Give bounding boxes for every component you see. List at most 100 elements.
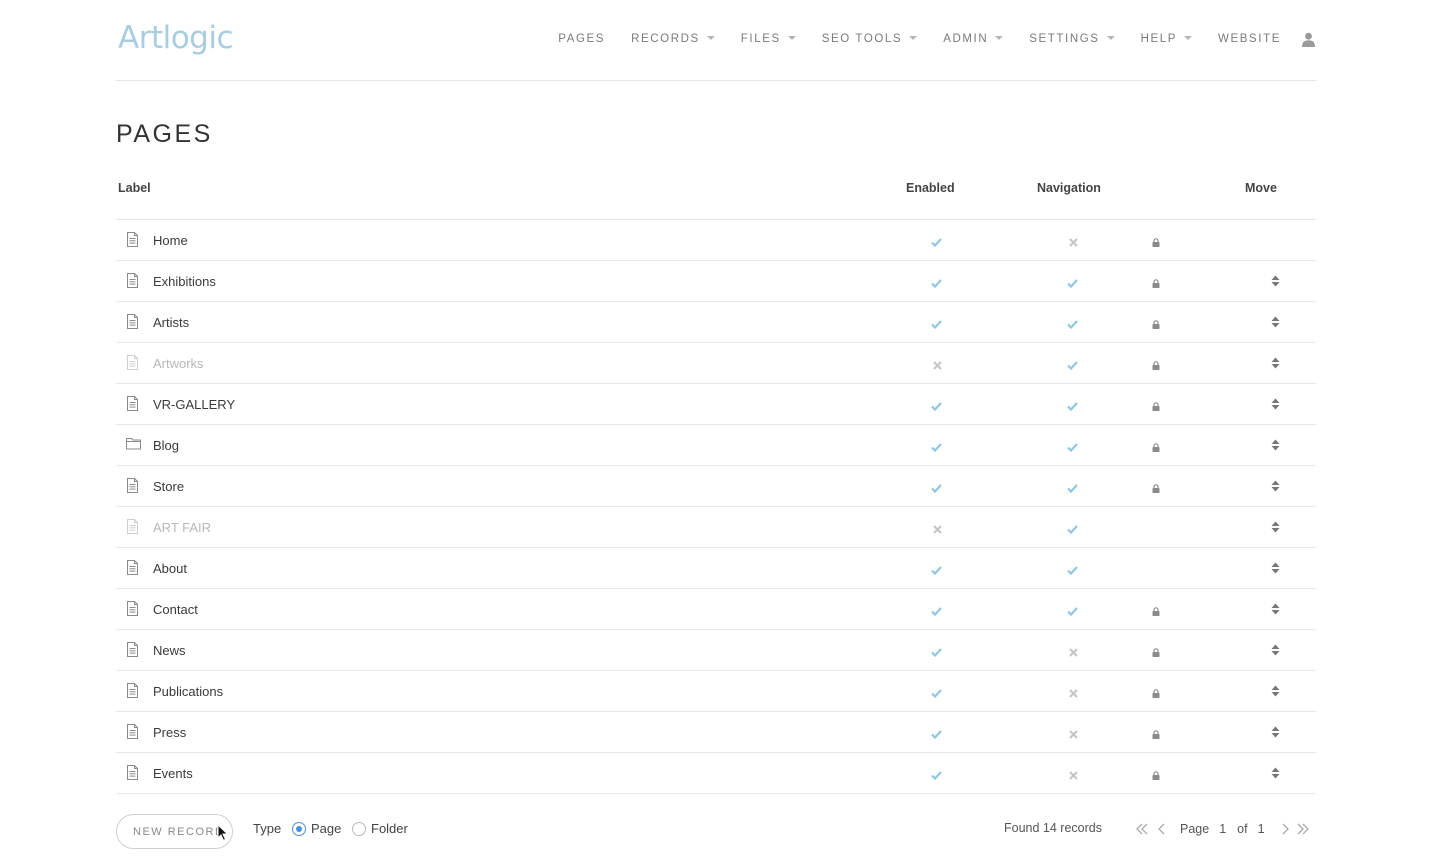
enabled-check-icon[interactable] xyxy=(931,398,942,416)
nav-pages[interactable]: PAGES xyxy=(558,33,605,45)
navigation-check-icon[interactable] xyxy=(1067,562,1078,580)
navigation-check-icon[interactable] xyxy=(1067,480,1078,498)
enabled-check-icon[interactable] xyxy=(931,562,942,580)
nav-admin[interactable]: ADMIN xyxy=(943,33,1004,45)
first-page-icon[interactable] xyxy=(1135,822,1149,836)
drag-handle-icon[interactable] xyxy=(1271,479,1280,497)
row-label[interactable]: Blog xyxy=(153,438,179,453)
table-row[interactable]: News xyxy=(116,630,1316,671)
user-account-icon[interactable] xyxy=(1301,32,1316,47)
drag-handle-icon[interactable] xyxy=(1271,766,1280,784)
table-row[interactable]: Blog xyxy=(116,425,1316,466)
row-label[interactable]: Artists xyxy=(153,315,189,330)
last-page-icon[interactable] xyxy=(1296,822,1310,836)
enabled-check-icon[interactable] xyxy=(931,685,942,703)
prev-page-icon[interactable] xyxy=(1157,822,1166,836)
enabled-check-icon[interactable] xyxy=(931,439,942,457)
chevron-down-icon xyxy=(1184,36,1193,40)
column-header-enabled[interactable]: Enabled xyxy=(906,181,955,195)
row-label[interactable]: News xyxy=(153,643,186,658)
table-row[interactable]: Events xyxy=(116,753,1316,794)
new-record-button[interactable]: NEW RECORD xyxy=(116,814,233,849)
table-row[interactable]: Artworks xyxy=(116,343,1316,384)
type-radio-page[interactable]: Page xyxy=(292,821,341,836)
nav-files[interactable]: FILES xyxy=(741,33,796,45)
enabled-check-icon[interactable] xyxy=(931,603,942,621)
nav-seo-tools[interactable]: SEO TOOLS xyxy=(822,33,918,45)
radio-dot[interactable] xyxy=(352,821,366,836)
navigation-cross-icon[interactable] xyxy=(1069,726,1078,744)
navigation-check-icon[interactable] xyxy=(1067,603,1078,621)
navigation-check-icon[interactable] xyxy=(1067,398,1078,416)
row-label[interactable]: ART FAIR xyxy=(153,520,211,535)
navigation-cross-icon[interactable] xyxy=(1069,234,1078,252)
navigation-check-icon[interactable] xyxy=(1067,357,1078,375)
enabled-check-icon[interactable] xyxy=(931,644,942,662)
table-row[interactable]: Artists xyxy=(116,302,1316,343)
enabled-cross-icon[interactable] xyxy=(933,357,942,375)
nav-help[interactable]: HELP xyxy=(1141,33,1193,45)
drag-handle-icon[interactable] xyxy=(1271,438,1280,456)
table-row[interactable]: Exhibitions xyxy=(116,261,1316,302)
navigation-check-icon[interactable] xyxy=(1067,275,1078,293)
drag-handle-icon[interactable] xyxy=(1271,602,1280,620)
row-label[interactable]: Press xyxy=(153,725,186,740)
page-icon xyxy=(126,396,139,416)
column-header-label[interactable]: Label xyxy=(118,181,151,195)
nav-website[interactable]: WEBSITE xyxy=(1218,33,1281,45)
drag-handle-icon[interactable] xyxy=(1271,725,1280,743)
lock-icon xyxy=(1152,439,1160,457)
row-label[interactable]: Home xyxy=(153,233,188,248)
nav-settings[interactable]: SETTINGS xyxy=(1029,33,1115,45)
table-row[interactable]: Contact xyxy=(116,589,1316,630)
enabled-check-icon[interactable] xyxy=(931,767,942,785)
drag-handle-icon[interactable] xyxy=(1271,274,1280,292)
current-page[interactable]: 1 xyxy=(1219,822,1226,836)
type-option-folder-label: Folder xyxy=(371,821,408,836)
column-header-navigation[interactable]: Navigation xyxy=(1037,181,1101,195)
enabled-check-icon[interactable] xyxy=(931,275,942,293)
enabled-check-icon[interactable] xyxy=(931,234,942,252)
row-label[interactable]: Publications xyxy=(153,684,223,699)
table-row[interactable]: Press xyxy=(116,712,1316,753)
drag-handle-icon[interactable] xyxy=(1271,643,1280,661)
table-row[interactable]: VR-GALLERY xyxy=(116,384,1316,425)
navigation-cross-icon[interactable] xyxy=(1069,767,1078,785)
lock-icon xyxy=(1152,275,1160,293)
navigation-cross-icon[interactable] xyxy=(1069,644,1078,662)
row-label[interactable]: Exhibitions xyxy=(153,274,216,289)
radio-dot[interactable] xyxy=(292,821,306,836)
navigation-check-icon[interactable] xyxy=(1067,521,1078,539)
table-row[interactable]: Store xyxy=(116,466,1316,507)
drag-handle-icon[interactable] xyxy=(1271,397,1280,415)
enabled-check-icon[interactable] xyxy=(931,316,942,334)
row-label[interactable]: Artworks xyxy=(153,356,204,371)
table-row[interactable]: ART FAIR xyxy=(116,507,1316,548)
drag-handle-icon[interactable] xyxy=(1271,356,1280,374)
lock-icon xyxy=(1152,767,1160,785)
drag-handle-icon[interactable] xyxy=(1271,520,1280,538)
nav-label: FILES xyxy=(740,33,781,45)
table-row[interactable]: Home xyxy=(116,220,1316,261)
row-label[interactable]: About xyxy=(153,561,187,576)
drag-handle-icon[interactable] xyxy=(1271,684,1280,702)
drag-handle-icon[interactable] xyxy=(1271,315,1280,333)
row-label[interactable]: Store xyxy=(153,479,184,494)
navigation-check-icon[interactable] xyxy=(1067,316,1078,334)
next-page-icon[interactable] xyxy=(1281,822,1290,836)
enabled-cross-icon[interactable] xyxy=(933,521,942,539)
table-row[interactable]: About xyxy=(116,548,1316,589)
navigation-cross-icon[interactable] xyxy=(1069,685,1078,703)
drag-handle-icon[interactable] xyxy=(1271,561,1280,579)
table-row[interactable]: Publications xyxy=(116,671,1316,712)
enabled-check-icon[interactable] xyxy=(931,726,942,744)
table-header: Label Enabled Navigation Move xyxy=(116,178,1316,220)
row-label[interactable]: VR-GALLERY xyxy=(153,397,235,412)
row-label[interactable]: Events xyxy=(153,766,193,781)
type-radio-folder[interactable]: Folder xyxy=(352,821,408,836)
row-label[interactable]: Contact xyxy=(153,602,198,617)
navigation-check-icon[interactable] xyxy=(1067,439,1078,457)
nav-records[interactable]: RECORDS xyxy=(631,33,715,45)
artlogic-logo[interactable]: Artlogic xyxy=(118,18,234,58)
enabled-check-icon[interactable] xyxy=(931,480,942,498)
